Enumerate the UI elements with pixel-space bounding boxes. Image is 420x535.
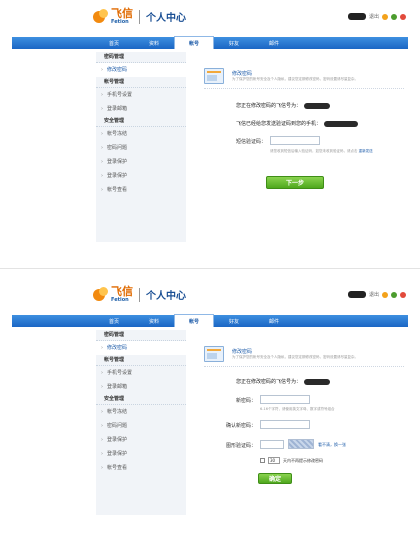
captcha-refresh-link[interactable]: 看不清，换一张	[318, 442, 346, 448]
sidebar-item-login-email[interactable]: 登录邮箱	[96, 102, 186, 116]
redacted-username	[347, 13, 366, 20]
sidebar-item-login-protect-a[interactable]: 登录保护	[96, 433, 186, 447]
screenshot-step-one: 飞信 Fetion 个人中心 退出 首页 资料 帐号 好友 邮件 密码管理 修改…	[0, 0, 420, 262]
sidebar-item-phone-settings[interactable]: 手机号设置	[96, 366, 186, 380]
message-icon[interactable]	[400, 291, 406, 298]
sms-sent-line: 飞信已经给您发送验证码到您的手机：	[236, 120, 359, 127]
captcha-input[interactable]	[260, 440, 284, 449]
logo-divider	[139, 287, 140, 302]
section-title: 修改密码	[232, 349, 253, 355]
sidebar-item-account-view[interactable]: 帐号查看	[96, 183, 186, 197]
brand-en: Fetion	[111, 297, 129, 303]
brand-cn: 飞信	[111, 285, 133, 298]
tab-account[interactable]: 帐号	[174, 36, 214, 49]
sidebar-section-security: 安全管理	[96, 394, 186, 405]
tab-mail[interactable]: 邮件	[254, 315, 294, 327]
sidebar-section-password: 密码管理	[96, 330, 186, 341]
resend-code-link[interactable]: 重新发送	[359, 149, 373, 153]
sidebar-section-security: 安全管理	[96, 116, 186, 127]
section-description: 为了保护您的帐号安全及个人隐私，建议您定期修改密码，密码设置请尽量复杂。	[232, 355, 358, 359]
tab-account[interactable]: 帐号	[174, 314, 214, 327]
confirm-password-input[interactable]	[260, 420, 310, 429]
fetion-logo[interactable]: 飞信 Fetion 个人中心	[93, 286, 186, 303]
sidebar: 密码管理 修改密码 帐号管理 手机号设置 登录邮箱 安全管理 帐号冻结 密码问题…	[96, 52, 186, 242]
fetion-number-line: 您正在修改密码的飞信号为：	[236, 378, 331, 385]
main-nav: 首页 资料 帐号 好友 邮件	[12, 314, 408, 327]
remember-text: 天内不再提示修改密码	[283, 458, 323, 463]
sidebar-item-phone-settings[interactable]: 手机号设置	[96, 88, 186, 102]
sidebar-item-login-protect-b[interactable]: 登录保护	[96, 169, 186, 183]
content-divider	[204, 88, 404, 89]
tab-friends[interactable]: 好友	[214, 37, 254, 49]
redacted-phone-number	[324, 120, 359, 127]
password-card-icon	[204, 68, 224, 84]
remember-checkbox[interactable]	[260, 458, 265, 463]
new-password-hint: 6-16个字符，请使用英文字母、数字或符号组合	[260, 407, 335, 411]
user-area: 退出	[347, 13, 406, 20]
tab-profile[interactable]: 资料	[134, 37, 174, 49]
redacted-fetion-number	[304, 378, 331, 385]
sidebar-item-change-password[interactable]: 修改密码	[96, 341, 186, 355]
next-step-button[interactable]: 下一步	[266, 176, 324, 189]
screenshot-separator	[0, 268, 420, 269]
sidebar-item-change-password[interactable]: 修改密码	[96, 63, 186, 77]
captcha-label: 图形验证码：	[225, 443, 256, 449]
top-bar: 飞信 Fetion 个人中心 退出	[0, 0, 420, 36]
sidebar-section-password: 密码管理	[96, 52, 186, 63]
page-title: 个人中心	[146, 291, 186, 302]
tab-home[interactable]: 首页	[94, 315, 134, 327]
user-area: 退出	[347, 291, 406, 298]
sms-code-label: 短信验证码：	[235, 139, 266, 145]
screenshot-step-two: 飞信 Fetion 个人中心 退出 首页 资料 帐号 好友 邮件 密码管理 修改…	[0, 278, 420, 535]
redacted-username	[347, 291, 366, 298]
sidebar-item-security-question[interactable]: 密码问题	[96, 141, 186, 155]
new-password-label: 新密码：	[235, 398, 256, 404]
sms-code-input[interactable]	[270, 136, 320, 145]
page-title: 个人中心	[146, 13, 186, 24]
sidebar-item-account-view[interactable]: 帐号查看	[96, 461, 186, 475]
section-title: 修改密码	[232, 71, 253, 77]
sidebar-item-account-freeze[interactable]: 帐号冻结	[96, 405, 186, 419]
fetion-logo[interactable]: 飞信 Fetion 个人中心	[93, 8, 186, 25]
sidebar-item-account-freeze[interactable]: 帐号冻结	[96, 127, 186, 141]
logout-link[interactable]: 退出	[369, 13, 379, 20]
sidebar-item-login-protect-b[interactable]: 登录保护	[96, 447, 186, 461]
sidebar-item-login-email[interactable]: 登录邮箱	[96, 380, 186, 394]
tab-mail[interactable]: 邮件	[254, 37, 294, 49]
sidebar-item-login-protect-a[interactable]: 登录保护	[96, 155, 186, 169]
tab-friends[interactable]: 好友	[214, 315, 254, 327]
sidebar: 密码管理 修改密码 帐号管理 手机号设置 登录邮箱 安全管理 帐号冻结 密码问题…	[96, 330, 186, 515]
sidebar-section-account: 帐号管理	[96, 355, 186, 366]
sms-code-hint: 请您收到短信后输入验证码，如您未收到验证码，请点击 重新发送	[270, 149, 373, 153]
fetion-number-line: 您正在修改密码的飞信号为：	[236, 102, 331, 109]
message-icon[interactable]	[400, 13, 406, 20]
captcha-image[interactable]	[288, 439, 314, 449]
sidebar-item-security-question[interactable]: 密码问题	[96, 419, 186, 433]
top-bar: 飞信 Fetion 个人中心 退出	[0, 278, 420, 314]
sidebar-section-account: 帐号管理	[96, 77, 186, 88]
notification-icon[interactable]	[382, 291, 388, 298]
confirm-button[interactable]: 确定	[258, 473, 292, 484]
logo-divider	[139, 9, 140, 24]
password-card-icon	[204, 346, 224, 362]
fetion-logo-icon	[93, 286, 109, 303]
days-select[interactable]: 30	[268, 457, 280, 464]
notification-icon[interactable]	[382, 13, 388, 20]
new-password-input[interactable]	[260, 395, 310, 404]
brand-cn: 飞信	[111, 7, 133, 20]
logout-link[interactable]: 退出	[369, 291, 379, 298]
tab-profile[interactable]: 资料	[134, 315, 174, 327]
confirm-password-label: 确认新密码：	[225, 423, 256, 429]
main-nav: 首页 资料 帐号 好友 邮件	[12, 36, 408, 49]
status-icon[interactable]	[391, 13, 397, 20]
tab-home[interactable]: 首页	[94, 37, 134, 49]
content-divider	[204, 366, 404, 367]
fetion-logo-icon	[93, 8, 109, 25]
main-content: 修改密码 为了保护您的帐号安全及个人隐私，建议您定期修改密码，密码设置请尽量复杂…	[196, 330, 408, 517]
brand-en: Fetion	[111, 19, 129, 25]
section-description: 为了保护您的帐号安全及个人隐私，建议您定期修改密码，密码设置请尽量复杂。	[232, 77, 358, 81]
status-icon[interactable]	[391, 291, 397, 298]
redacted-fetion-number	[304, 102, 331, 109]
main-content: 修改密码 为了保护您的帐号安全及个人隐私，建议您定期修改密码，密码设置请尽量复杂…	[196, 52, 408, 244]
